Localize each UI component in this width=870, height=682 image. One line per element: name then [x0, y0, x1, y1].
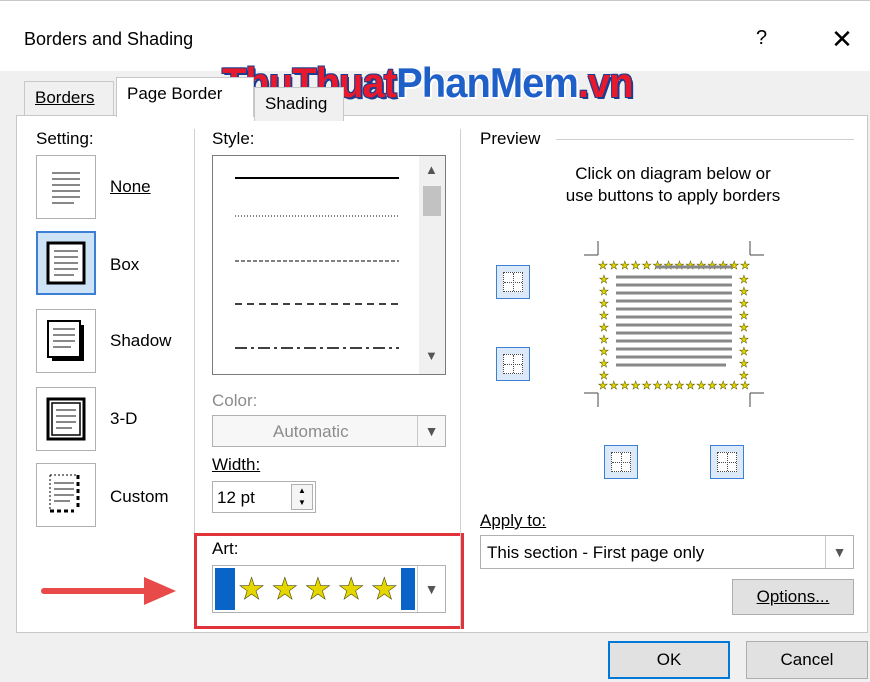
svg-text:★: ★ [739, 369, 749, 382]
preview-diagram[interactable]: ★★★★★ ★★ ★★★★★★★ ★★★★★★★ ★★★★★★★ ★★ ★★★★★★★ … [576, 241, 772, 411]
preview-instruction-line-1: Click on diagram below or [575, 164, 771, 183]
right-border-button[interactable] [710, 445, 744, 479]
close-button[interactable]: ✕ [822, 23, 862, 55]
line-style-samples [235, 177, 399, 349]
style-scrollbar[interactable]: ▲ ▼ [419, 156, 445, 374]
color-value: Automatic [273, 422, 349, 441]
scroll-thumb[interactable] [423, 186, 441, 216]
setting-box-label: Box [110, 255, 140, 274]
box-setting-icon [46, 241, 86, 285]
left-border-button[interactable] [604, 445, 638, 479]
art-highlight-annotation [194, 533, 464, 629]
bottom-border-button[interactable] [496, 347, 530, 381]
color-dropdown[interactable]: Automatic ▼ [212, 415, 446, 447]
setting-none-text: None [110, 177, 151, 196]
svg-text:★★★★★★★★★★★★★★: ★★★★★★★★★★★★★★ [598, 379, 750, 392]
tab-shading-label: Shading [265, 94, 328, 113]
apply-to-chevron-icon[interactable]: ▼ [825, 536, 853, 568]
top-border-button[interactable] [496, 265, 530, 299]
options-button[interactable]: Options... [732, 579, 854, 615]
preview-heading: Preview [480, 129, 541, 148]
help-button[interactable]: ? [756, 27, 767, 50]
setting-3d-label: 3-D [110, 409, 138, 428]
watermark-part-2: PhanMem [396, 59, 579, 106]
setting-box-button[interactable] [36, 231, 96, 295]
stepper-up-icon[interactable]: ▲ [292, 485, 312, 497]
width-field[interactable]: 12 pt ▲ ▼ [212, 481, 316, 513]
shadow-setting-icon [47, 320, 84, 361]
tab-page-border-label: Page Border [127, 84, 223, 103]
setting-custom-label: Custom [110, 487, 169, 506]
scroll-up-icon[interactable]: ▲ [425, 162, 438, 177]
red-arrow-icon [41, 577, 176, 605]
preview-instructions: Click on diagram below or use buttons to… [540, 163, 806, 207]
apply-to-value: This section - First page only [487, 543, 705, 562]
width-heading-text: Width: [212, 455, 261, 474]
setting-shadow-label: Shadow [110, 331, 172, 350]
setting-none-label: None [110, 177, 151, 197]
borders-and-shading-dialog: Borders and Shading ? ✕ Borders Page Bor… [0, 0, 870, 682]
preview-heading-rule [556, 139, 854, 140]
apply-to-dropdown[interactable]: This section - First page only ▼ [480, 535, 854, 569]
dialog-title: Borders and Shading [24, 29, 194, 49]
watermark-part-3: .vn [577, 59, 634, 106]
apply-to-heading: Apply to: [480, 511, 546, 531]
options-button-label: Options... [756, 587, 830, 606]
color-heading: Color: [212, 391, 258, 410]
3d-setting-icon [46, 397, 86, 441]
tab-shading[interactable]: Shading [254, 87, 344, 121]
stepper-down-icon[interactable]: ▼ [292, 497, 312, 509]
scroll-down-icon[interactable]: ▼ [425, 348, 438, 363]
tab-borders-label: Borders [35, 88, 95, 107]
style-listbox[interactable]: ▲ ▼ [212, 155, 446, 375]
ok-button[interactable]: OK [608, 641, 730, 679]
tab-page-border[interactable]: Page Border [116, 77, 254, 117]
setting-shadow-button[interactable] [36, 309, 96, 373]
color-dropdown-chevron-icon[interactable]: ▼ [417, 416, 445, 446]
svg-text:★: ★ [599, 369, 609, 382]
preview-instruction-line-2: use buttons to apply borders [565, 186, 781, 205]
divider-preview [460, 129, 461, 629]
setting-custom-button[interactable] [36, 463, 96, 527]
custom-setting-icon [49, 474, 80, 513]
none-setting-icon [52, 172, 80, 204]
bottom-border-icon [503, 354, 523, 374]
left-border-icon [611, 452, 631, 472]
tab-borders[interactable]: Borders [24, 81, 114, 115]
right-border-icon [717, 452, 737, 472]
setting-heading: Setting: [36, 129, 94, 148]
setting-3d-button[interactable] [36, 387, 96, 451]
style-heading: Style: [212, 129, 255, 148]
top-border-icon [503, 272, 523, 292]
width-heading: Width: [212, 455, 260, 475]
width-stepper[interactable]: ▲ ▼ [291, 484, 313, 510]
width-value: 12 pt [217, 488, 255, 507]
setting-none-button[interactable] [36, 155, 96, 219]
apply-to-heading-text: Apply to: [480, 511, 547, 530]
cancel-button[interactable]: Cancel [746, 641, 868, 679]
